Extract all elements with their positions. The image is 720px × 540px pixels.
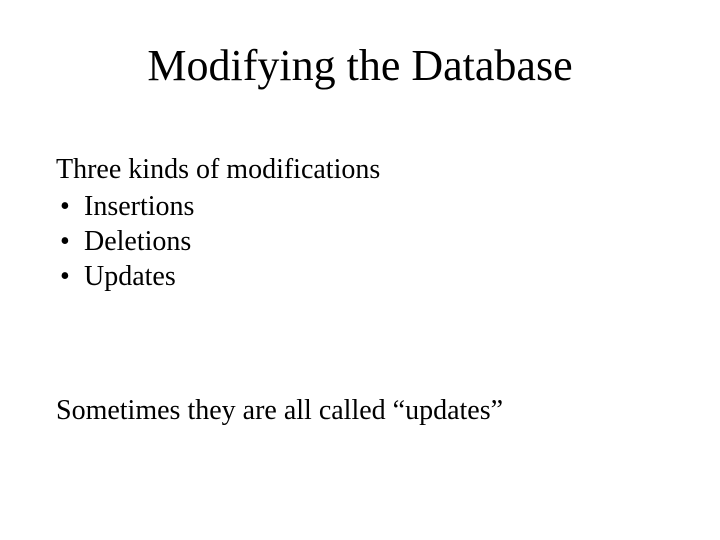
slide-body: Three kinds of modifications Insertions … <box>56 152 664 294</box>
lead-text: Three kinds of modifications <box>56 152 664 187</box>
slide-title: Modifying the Database <box>0 40 720 91</box>
footer-note: Sometimes they are all called “updates” <box>56 395 664 427</box>
list-item: Insertions <box>56 189 664 224</box>
list-item-label: Deletions <box>84 226 191 257</box>
list-item-label: Insertions <box>84 191 194 222</box>
list-item: Deletions <box>56 224 664 259</box>
slide: Modifying the Database Three kinds of mo… <box>0 0 720 540</box>
list-item: Updates <box>56 259 664 294</box>
list-item-label: Updates <box>84 261 176 292</box>
bullet-list: Insertions Deletions Updates <box>56 189 664 294</box>
